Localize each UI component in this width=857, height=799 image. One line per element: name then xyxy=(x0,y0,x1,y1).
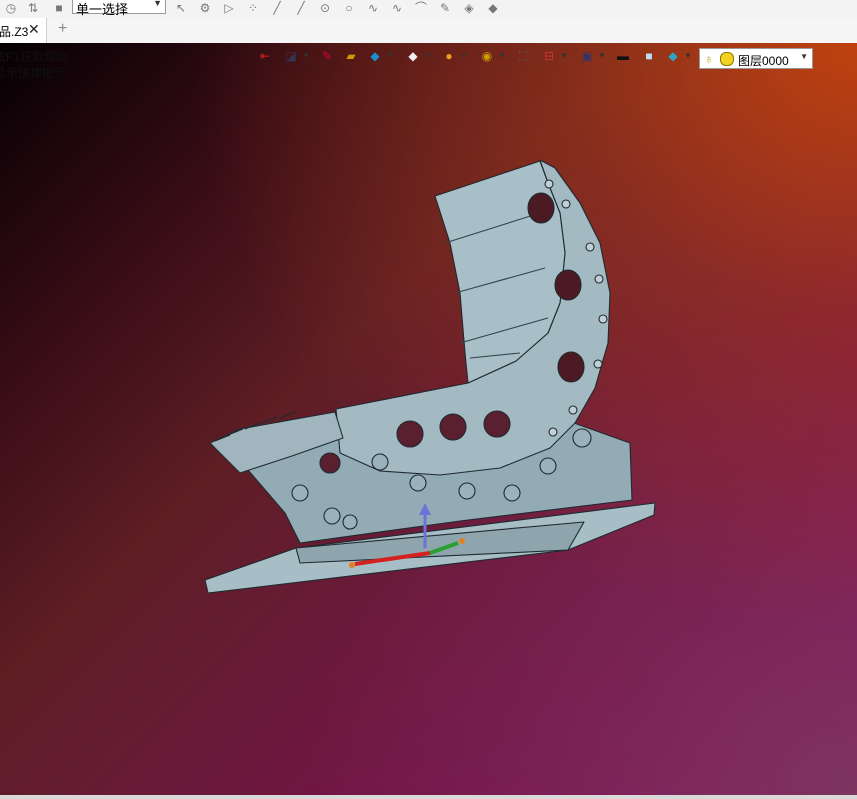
close-icon[interactable]: ✕ xyxy=(28,21,40,38)
selection-mode-value: 单一选择 xyxy=(76,2,129,17)
hole xyxy=(527,192,555,224)
play-icon[interactable]: ▷ xyxy=(222,1,236,15)
selection-mode-select[interactable]: 单一选择 ▼ xyxy=(72,0,166,17)
hole xyxy=(396,420,424,448)
lug xyxy=(342,514,358,530)
points-icon[interactable]: ⁘ xyxy=(246,1,260,15)
axis-origin xyxy=(459,538,465,544)
add-tab-button[interactable]: + xyxy=(58,20,67,38)
3d-model[interactable] xyxy=(0,43,857,795)
hole xyxy=(557,351,585,383)
layer-stack-icon[interactable]: ◈ xyxy=(462,1,476,15)
bolt xyxy=(561,199,571,209)
bolt xyxy=(598,314,608,324)
bolt xyxy=(585,242,595,252)
lug xyxy=(458,482,476,500)
stop-icon[interactable]: ■ xyxy=(52,1,66,15)
3d-viewport[interactable]: 按F1获取帮助 显示快捷提示 ⇤ ◪ ▼ ✎ ▰ ◆ ▼ ◆ ▼ ● ▼ ◉ ▼… xyxy=(0,43,857,795)
hole xyxy=(483,410,511,438)
bolt xyxy=(544,179,554,189)
tab-document-label: 品.Z3 xyxy=(0,25,29,39)
curve-icon[interactable]: ∿ xyxy=(366,1,380,15)
spline-icon[interactable]: ∿ xyxy=(390,1,404,15)
lug xyxy=(371,453,389,471)
lug xyxy=(503,484,521,502)
line-icon[interactable]: ╱ xyxy=(270,1,284,15)
main-toolbar: ◷ ⇅ ■ 单一选择 ▼ ↖ ⚙ ▷ ⁘ ╱ ╱ ⊙ ○ ∿ ∿ ⌒ ✎ ◈ ◆ xyxy=(0,0,857,19)
tray-icon[interactable]: ◆ xyxy=(486,1,500,15)
bolt xyxy=(594,274,604,284)
pen-icon[interactable]: ✎ xyxy=(438,1,452,15)
hole xyxy=(319,452,341,474)
line-point-icon[interactable]: ╱ xyxy=(294,1,308,15)
chevron-down-icon: ▼ xyxy=(153,0,162,8)
bolt xyxy=(593,359,603,369)
bolt xyxy=(568,405,578,415)
filter-icon[interactable]: ⚙ xyxy=(198,1,212,15)
axis-end xyxy=(349,562,355,568)
lug xyxy=(409,474,427,492)
status-strip xyxy=(0,795,857,799)
lug xyxy=(323,507,341,525)
hole xyxy=(439,413,467,441)
arc-icon[interactable]: ⌒ xyxy=(414,1,428,15)
history-icon[interactable]: ◷ xyxy=(4,1,18,15)
sort-icon[interactable]: ⇅ xyxy=(26,1,40,15)
bolt xyxy=(548,427,558,437)
document-tabbar: 品.Z3 ✕ + xyxy=(0,18,857,44)
pick-icon[interactable]: ↖ xyxy=(174,1,188,15)
lug xyxy=(291,484,309,502)
lug xyxy=(539,457,557,475)
hole xyxy=(554,269,582,301)
tab-document[interactable]: 品.Z3 ✕ xyxy=(0,18,47,43)
circle-icon[interactable]: ○ xyxy=(342,1,356,15)
circle-center-icon[interactable]: ⊙ xyxy=(318,1,332,15)
lug xyxy=(572,428,592,448)
